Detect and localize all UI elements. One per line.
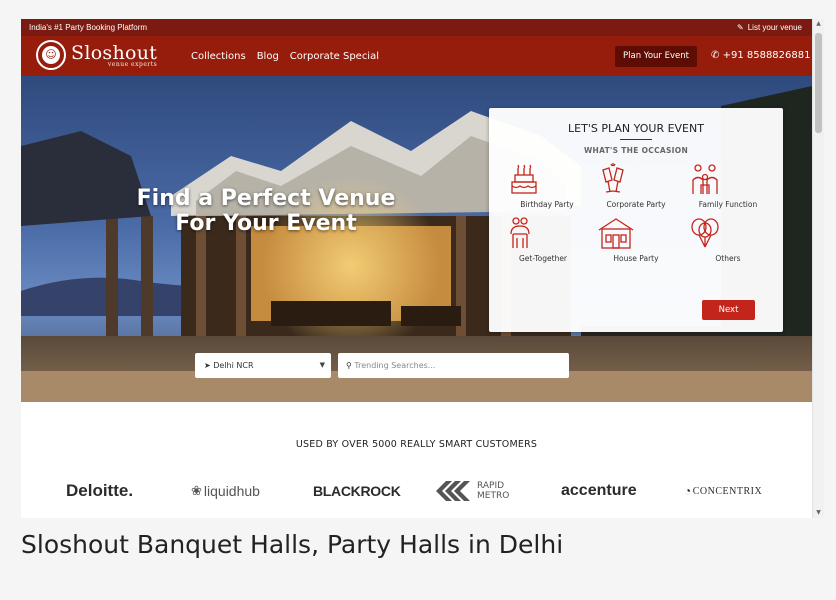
nav-link-collections[interactable]: Collections [191, 51, 246, 62]
browser-viewport: India's #1 Party Booking Platform ✎ List … [21, 19, 812, 518]
occasion-others[interactable]: Others [688, 216, 768, 263]
brand-tagline: venue experts [107, 60, 158, 68]
logo-mark-icon: ☺ [36, 40, 66, 70]
hero-title-line2: For Your Event [175, 211, 357, 236]
location-arrow-icon: ➤ [204, 361, 211, 370]
top-bar: India's #1 Party Booking Platform ✎ List … [21, 19, 812, 36]
house-icon [596, 216, 676, 252]
people-icon [503, 216, 583, 252]
plan-card-subtitle: WHAT'S THE OCCASION [583, 146, 689, 155]
sloshout-logo[interactable]: ☺ Sloshout venue experts [36, 40, 157, 70]
logo-accenture: accenture [561, 474, 637, 508]
search-icon: ⚲ [346, 361, 352, 370]
search-input[interactable]: ⚲ Trending Searches... [338, 353, 569, 378]
cheers-icon [596, 162, 676, 198]
plan-event-card: LET'S PLAN YOUR EVENT WHAT'S THE OCCASIO… [489, 108, 783, 332]
vertical-scrollbar[interactable]: ▲ ▼ [812, 19, 824, 518]
scroll-up-icon[interactable]: ▲ [813, 19, 824, 29]
occasion-get-together[interactable]: Get-Together [503, 216, 583, 263]
list-venue-link[interactable]: ✎ List your venue [733, 19, 802, 36]
plan-card-title: LET'S PLAN YOUR EVENT [568, 122, 704, 135]
customers-heading: USED BY OVER 5000 REALLY SMART CUSTOMERS [295, 439, 538, 450]
list-venue-label: List your venue [747, 23, 802, 32]
occasion-label: House Party [613, 254, 659, 263]
logo-rapid-metro: RAPID METRO [436, 474, 509, 508]
family-icon [688, 162, 768, 198]
nav-link-corporate-special[interactable]: Corporate Special [290, 51, 379, 62]
customer-logos: Deloitte. ❀ liquidhub BLACKROCK RAPID ME… [21, 474, 812, 508]
scroll-down-icon[interactable]: ▼ [813, 508, 824, 518]
balloons-icon [688, 216, 768, 252]
logo-rapid-text: RAPID [477, 481, 505, 491]
phone-number: +91 8588826881 [722, 50, 811, 61]
occasion-label: Family Function [698, 200, 758, 209]
logo-metro-text: METRO [477, 491, 510, 501]
phone-icon: ✆ [711, 50, 720, 61]
rapid-metro-chevrons-icon [436, 481, 470, 501]
logo-deloitte-text: Deloitte. [66, 481, 134, 500]
occasion-birthday-party[interactable]: Birthday Party [507, 162, 587, 209]
scrollbar-thumb[interactable] [815, 33, 822, 133]
city-select[interactable]: ➤ Delhi NCR ▼ [195, 353, 331, 378]
hero-section: Find a Perfect Venue For Your Event LET'… [21, 76, 812, 402]
logo-liquidhub: ❀ liquidhub [191, 474, 260, 508]
logo-deloitte: Deloitte. [66, 474, 133, 508]
occasion-corporate-party[interactable]: Corporate Party [596, 162, 676, 209]
occasion-label: Others [715, 254, 741, 263]
plan-card-divider [620, 139, 652, 140]
hero-title: Find a Perfect Venue For Your Event [81, 186, 451, 236]
phone-link[interactable]: ✆ +91 8588826881 [711, 36, 810, 76]
occasion-house-party[interactable]: House Party [596, 216, 676, 263]
birthday-cake-icon [507, 162, 587, 198]
logo-blackrock-text: BLACKROCK [313, 483, 401, 499]
next-button[interactable]: Next [702, 300, 755, 320]
nav-link-blog[interactable]: Blog [257, 51, 279, 62]
logo-liquidhub-text: liquidhub [203, 483, 260, 499]
hero-title-line1: Find a Perfect Venue [136, 186, 396, 211]
occasion-family-function[interactable]: Family Function [688, 162, 768, 209]
city-value: Delhi NCR [213, 361, 254, 370]
occasion-label: Corporate Party [606, 200, 666, 209]
pencil-icon: ✎ [737, 23, 744, 32]
tagline: India's #1 Party Booking Platform [29, 23, 148, 32]
plan-your-event-button[interactable]: Plan Your Event [615, 46, 697, 67]
page-caption: Sloshout Banquet Halls, Party Halls in D… [21, 530, 564, 559]
brand-name: Sloshout [71, 41, 158, 64]
liquidhub-icon: ❀ [191, 483, 202, 498]
main-navbar: ☺ Sloshout venue experts Collections Blo… [21, 36, 812, 76]
concentrix-swoosh-icon: ◔ [684, 483, 692, 498]
logo-blackrock: BLACKROCK [313, 474, 401, 508]
occasion-label: Get-Together [518, 254, 568, 263]
search-placeholder: Trending Searches... [354, 361, 436, 370]
logo-accenture-text: accenture [561, 482, 637, 499]
logo-concentrix-text: CONCENTRIX [692, 485, 763, 497]
chevron-down-icon: ▼ [319, 361, 325, 369]
nav-links: Collections Blog Corporate Special [191, 36, 379, 76]
logo-concentrix: ◔ CONCENTRIX [684, 474, 762, 508]
occasion-label: Birthday Party [520, 200, 574, 209]
